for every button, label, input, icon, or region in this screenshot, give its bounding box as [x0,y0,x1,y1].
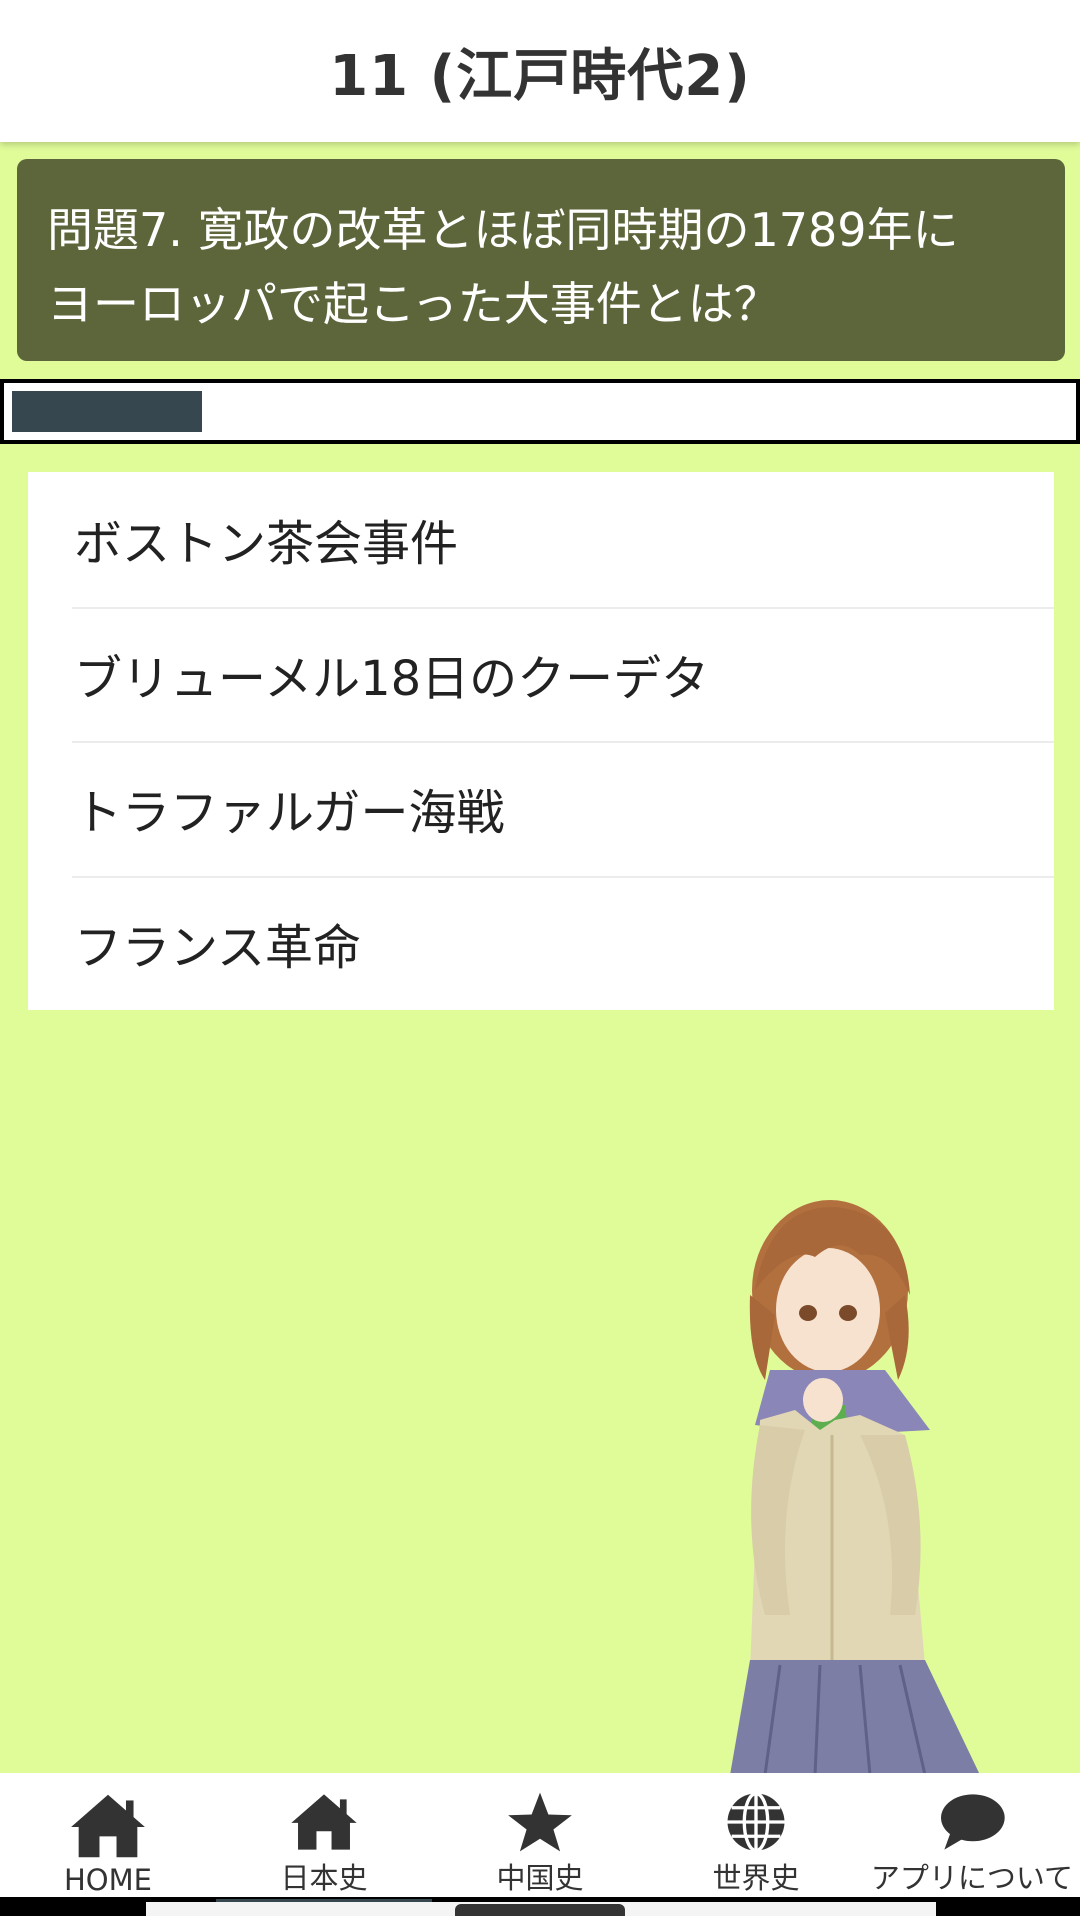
selected-tab-indicator [216,1899,432,1902]
answer-label: トラファルガー海戦 [74,785,505,842]
nav-about-app[interactable]: アプリについて [864,1773,1080,1897]
home-gesture-pill[interactable] [455,1904,625,1916]
answer-option-4[interactable]: フランス革命 [28,875,1054,1011]
question-box: 問題7. 寛政の改革とほぼ同時期の1789年に ヨーロッパで起こった大事件とは？ [17,159,1065,361]
timer-bar [0,379,1080,444]
nav-label: 世界史 [712,1861,800,1895]
page-title: 11 (江戸時代2) [329,43,751,109]
answer-label: ボストン茶会事件 [74,516,459,573]
home-icon [71,1794,145,1858]
app-header: 11 (江戸時代2) [0,0,1080,142]
answer-option-2[interactable]: ブリューメル18日のクーデタ [28,606,1054,742]
bottom-navigation: HOME 日本史 中国史 世界史 アプリについて [0,1773,1080,1897]
star-icon [508,1792,572,1852]
answer-option-3[interactable]: トラファルガー海戦 [28,741,1054,876]
question-text-line2: ヨーロッパで起こった大事件とは？ [47,277,780,331]
nav-label: アプリについて [870,1861,1074,1895]
answer-list: ボストン茶会事件 ブリューメル18日のクーデタ トラファルガー海戦 フランス革命 [28,472,1054,1010]
nav-chinese-history[interactable]: 中国史 [432,1773,648,1897]
nav-japanese-history[interactable]: 日本史 [216,1773,432,1897]
nav-home[interactable]: HOME [0,1773,216,1897]
timer-fill [12,391,202,432]
nav-label: 日本史 [280,1861,368,1895]
question-text-line1: 問題7. 寛政の改革とほぼ同時期の1789年に [47,203,959,257]
speech-bubble-icon [941,1794,1005,1850]
globe-icon [727,1791,785,1853]
answer-label: ブリューメル18日のクーデタ [74,650,710,707]
nav-label: 中国史 [496,1861,584,1895]
home-icon [291,1794,357,1850]
nav-world-history[interactable]: 世界史 [648,1773,864,1897]
character-illustration [730,1200,980,1775]
answer-label: フランス革命 [74,919,362,976]
answer-option-1[interactable]: ボストン茶会事件 [28,472,1054,607]
nav-label: HOME [64,1863,152,1897]
